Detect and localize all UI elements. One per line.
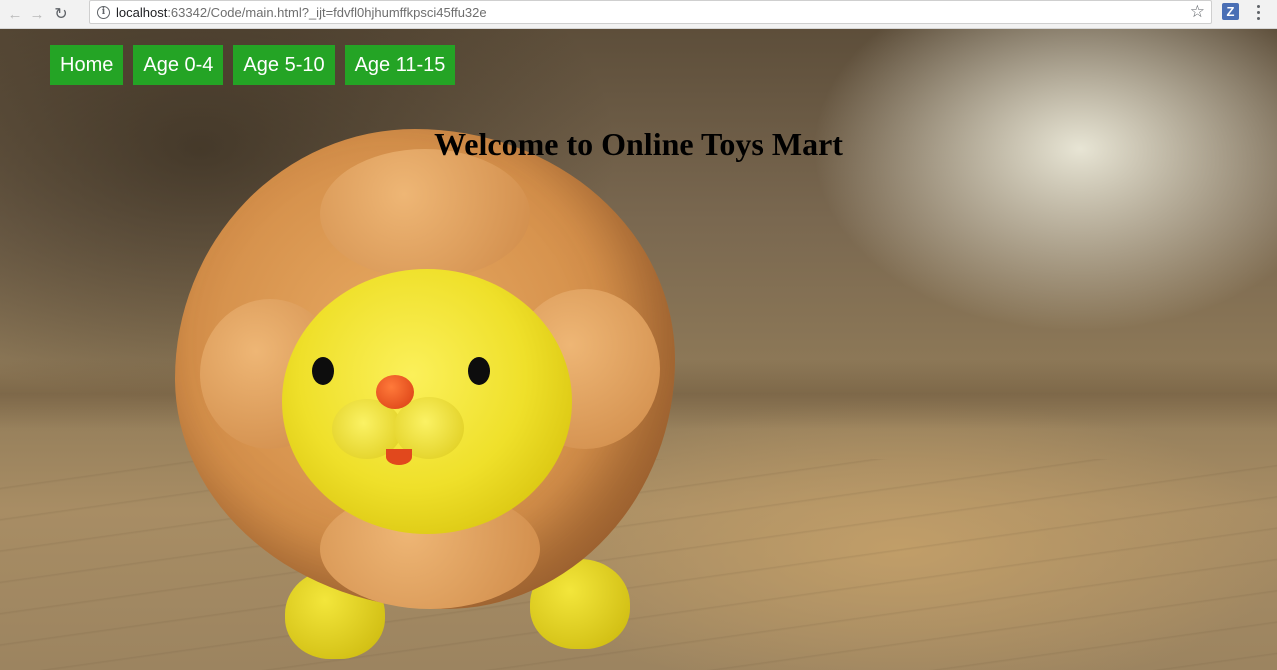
reload-icon[interactable]: ↻ xyxy=(50,3,72,25)
info-icon[interactable]: i xyxy=(97,5,110,19)
toy-nose xyxy=(376,375,414,409)
extension-letter: Z xyxy=(1226,4,1235,19)
extension-z-icon[interactable]: Z xyxy=(1222,3,1239,20)
hero-image-plush-lion xyxy=(170,129,690,670)
forward-arrow-icon[interactable]: → xyxy=(26,3,48,25)
toy-eye-right xyxy=(468,357,490,385)
toy-face xyxy=(282,269,572,534)
nav-item-age-11-15[interactable]: Age 11-15 xyxy=(344,45,456,85)
bookmark-star-icon[interactable]: ☆ xyxy=(1190,2,1205,22)
toy-mane-petal xyxy=(320,149,530,279)
main-nav: Home Age 0-4 Age 5-10 Age 11-15 xyxy=(50,45,456,85)
url-path: :63342/Code/main.html?_ijt=fdvfl0hjhumff… xyxy=(167,4,487,20)
toy-eye-left xyxy=(312,357,334,385)
nav-item-age-5-10[interactable]: Age 5-10 xyxy=(233,45,335,85)
back-arrow-icon[interactable]: ← xyxy=(4,3,26,25)
url-text[interactable]: localhost:63342/Code/main.html?_ijt=fdvf… xyxy=(116,5,487,20)
kebab-menu-icon[interactable] xyxy=(1253,3,1263,21)
browser-toolbar: ← → ↻ i localhost:63342/Code/main.html?_… xyxy=(0,0,1277,29)
address-bar[interactable]: i localhost:63342/Code/main.html?_ijt=fd… xyxy=(89,0,1212,24)
toy-mouth xyxy=(386,449,412,465)
url-host: localhost xyxy=(116,4,168,20)
page-title: Welcome to Online Toys Mart xyxy=(434,126,843,162)
nav-item-age-0-4[interactable]: Age 0-4 xyxy=(133,45,224,85)
nav-item-home[interactable]: Home xyxy=(50,45,124,85)
page-body: Home Age 0-4 Age 5-10 Age 11-15 Welcome … xyxy=(0,29,1277,670)
